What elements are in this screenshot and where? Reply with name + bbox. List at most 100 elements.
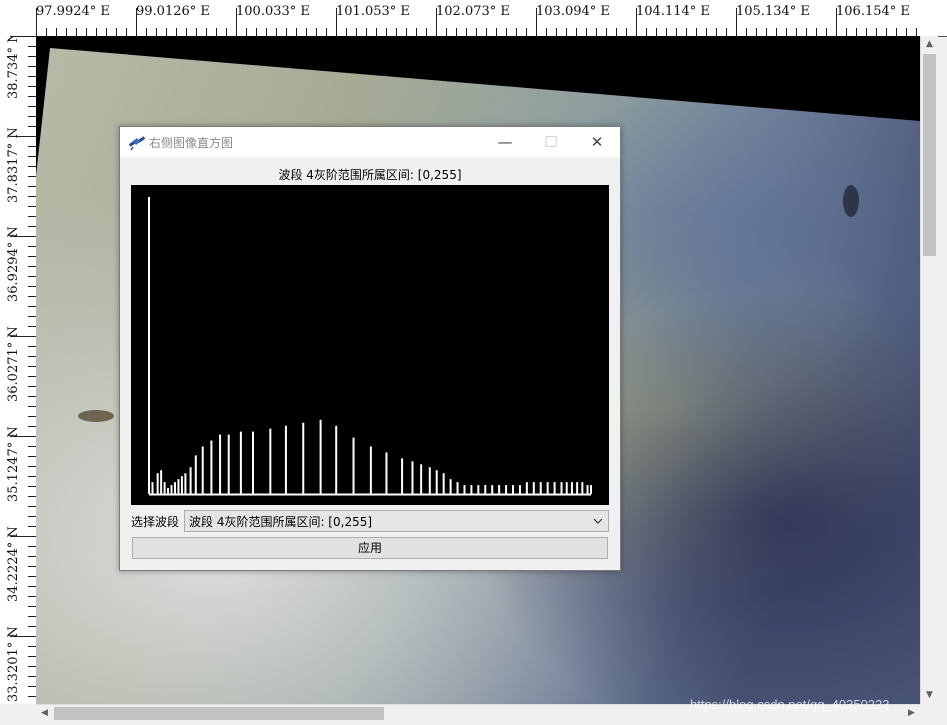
chevron-down-icon — [593, 518, 603, 524]
ruler-tick — [376, 28, 377, 36]
ruler-tick — [166, 28, 167, 36]
apply-button[interactable]: 应用 — [132, 537, 608, 559]
ruler-tick — [28, 186, 36, 187]
ruler-tick — [776, 28, 777, 36]
ruler-tick — [736, 8, 737, 36]
longitude-label: 103.094° E — [536, 4, 610, 19]
ruler-tick — [416, 28, 417, 36]
latitude-label: 33.3201° N — [6, 626, 21, 702]
scroll-right-icon[interactable]: ▶ — [903, 705, 920, 722]
ruler-tick — [786, 28, 787, 36]
ruler-tick — [28, 566, 36, 567]
ruler-tick — [196, 28, 197, 36]
ruler-tick — [28, 616, 36, 617]
ruler-tick — [28, 576, 36, 577]
ruler-tick — [556, 28, 557, 36]
latitude-label: 34.2224° N — [6, 526, 21, 602]
ruler-tick — [28, 406, 36, 407]
minimize-button[interactable]: — — [482, 127, 528, 157]
vertical-scrollbar[interactable]: ▲ ▼ — [920, 36, 938, 704]
ruler-tick — [28, 306, 36, 307]
dialog-titlebar[interactable]: 右侧图像直方图 — ☐ ✕ — [120, 127, 620, 157]
ruler-tick — [306, 28, 307, 36]
ruler-tick — [28, 516, 36, 517]
ruler-tick — [796, 28, 797, 36]
ruler-tick — [476, 28, 477, 36]
ruler-tick — [576, 28, 577, 36]
ruler-tick — [846, 28, 847, 36]
ruler-tick — [28, 146, 36, 147]
ruler-tick — [28, 546, 36, 547]
latitude-label: 37.8317° N — [6, 127, 21, 203]
ruler-tick — [296, 28, 297, 36]
ruler-tick — [606, 28, 607, 36]
histogram-title: 波段 4灰阶范围所属区间: [0,255] — [278, 168, 462, 182]
longitude-label: 100.033° E — [236, 4, 310, 19]
maximize-button[interactable]: ☐ — [528, 127, 574, 157]
ruler-tick — [28, 596, 36, 597]
longitude-label: 105.134° E — [736, 4, 810, 19]
ruler-tick — [866, 28, 867, 36]
ruler-tick — [46, 28, 47, 36]
scroll-down-icon[interactable]: ▼ — [921, 687, 938, 704]
ruler-tick — [366, 28, 367, 36]
ruler-tick — [876, 28, 877, 36]
ruler-tick — [136, 8, 137, 36]
longitude-label: 97.9924° E — [36, 4, 110, 19]
ruler-tick — [28, 226, 36, 227]
ruler-tick — [156, 28, 157, 36]
ruler-tick — [10, 636, 36, 637]
ruler-tick — [28, 286, 36, 287]
scroll-corner — [920, 704, 947, 725]
ruler-tick — [28, 266, 36, 267]
ruler-tick — [28, 246, 36, 247]
ruler-tick — [28, 366, 36, 367]
ruler-tick — [28, 666, 36, 667]
ruler-tick — [28, 76, 36, 77]
ruler-tick — [886, 28, 887, 36]
ruler-tick — [56, 28, 57, 36]
ruler-tick — [10, 136, 36, 137]
vertical-scroll-thumb[interactable] — [923, 54, 936, 256]
ruler-tick — [28, 496, 36, 497]
ruler-tick — [676, 28, 677, 36]
ruler-tick — [226, 28, 227, 36]
ruler-tick — [28, 466, 36, 467]
ruler-tick — [536, 8, 537, 36]
ruler-tick — [186, 28, 187, 36]
ruler-tick — [28, 316, 36, 317]
ruler-tick — [216, 28, 217, 36]
satellite-icon — [128, 136, 146, 151]
scroll-left-icon[interactable]: ◀ — [36, 705, 53, 722]
ruler-tick — [28, 216, 36, 217]
ruler-tick — [10, 436, 36, 437]
ruler-tick — [28, 176, 36, 177]
ruler-tick — [36, 8, 37, 36]
ruler-tick — [526, 28, 527, 36]
ruler-tick — [436, 8, 437, 36]
ruler-tick — [28, 456, 36, 457]
band-select[interactable]: 波段 4灰阶范围所属区间: [0,255] — [184, 510, 609, 532]
band-select-value: 波段 4灰阶范围所属区间: [0,255] — [189, 515, 373, 529]
ruler-tick — [28, 646, 36, 647]
scroll-up-icon[interactable]: ▲ — [921, 36, 938, 53]
ruler-tick — [28, 96, 36, 97]
ruler-tick — [316, 28, 317, 36]
ruler-tick — [826, 28, 827, 36]
ruler-tick — [546, 28, 547, 36]
ruler-tick — [326, 28, 327, 36]
ruler-tick — [28, 416, 36, 417]
ruler-tick — [126, 28, 127, 36]
ruler-tick — [756, 28, 757, 36]
close-button[interactable]: ✕ — [574, 127, 620, 157]
histogram-chart — [131, 185, 609, 505]
ruler-tick — [28, 326, 36, 327]
ruler-tick — [256, 28, 257, 36]
ruler-tick — [486, 28, 487, 36]
ruler-tick — [28, 196, 36, 197]
ruler-tick — [28, 86, 36, 87]
latitude-label: 38.734° N — [6, 31, 21, 100]
ruler-tick — [10, 536, 36, 537]
horizontal-scroll-thumb[interactable] — [54, 707, 384, 720]
ruler-tick — [28, 556, 36, 557]
